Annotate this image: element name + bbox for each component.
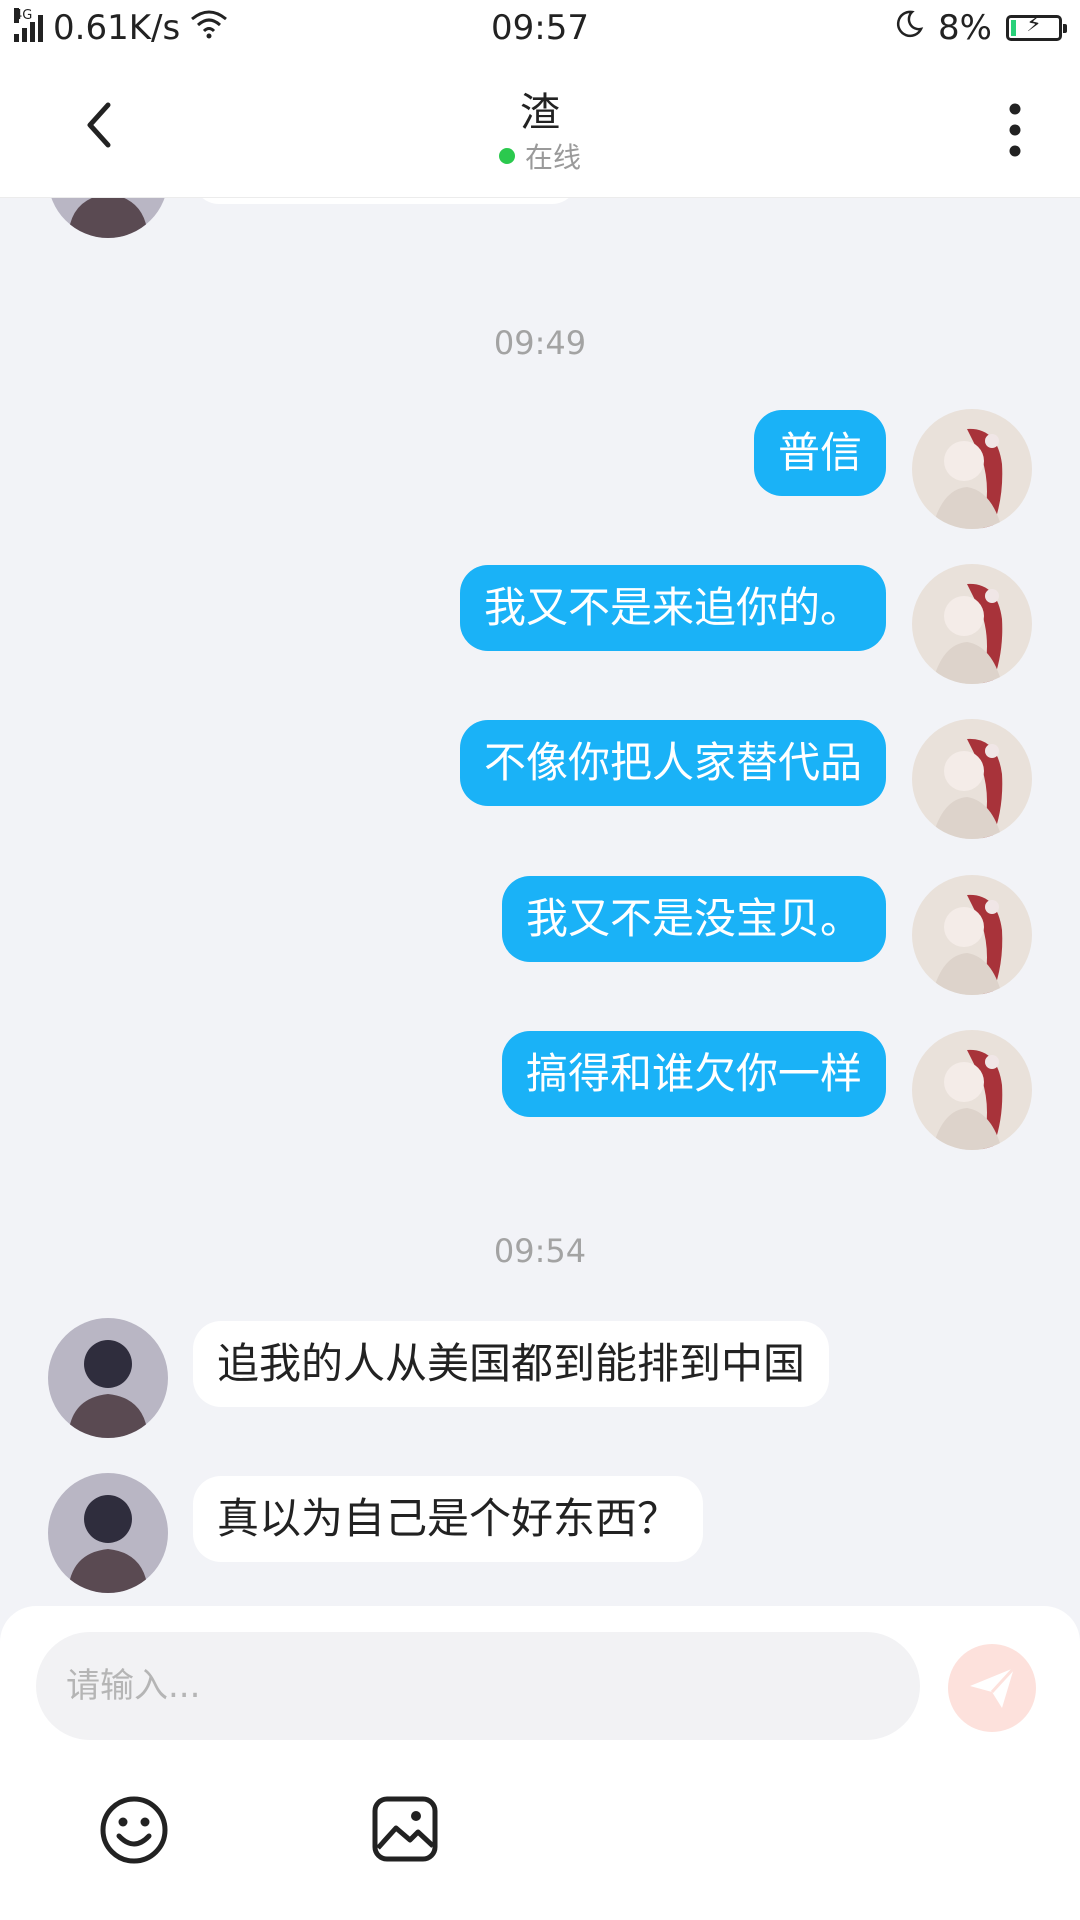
incoming-message[interactable]: 追我的人从美国都到能排到中国 (193, 1321, 830, 1407)
more-options-button[interactable] (990, 95, 1040, 165)
presence-label: 在线 (524, 141, 581, 174)
outgoing-message[interactable]: 不像你把人家替代品 (459, 720, 886, 806)
outgoing-message[interactable]: 我又不是没宝贝。 (501, 876, 886, 962)
charging-bolt-icon: ⚡ (1026, 12, 1042, 37)
my-avatar[interactable] (912, 875, 1032, 995)
previous-message-bubble (193, 198, 578, 204)
my-avatar[interactable] (912, 719, 1032, 839)
send-button[interactable] (948, 1644, 1036, 1732)
compose-bar (0, 1606, 1080, 1920)
contact-avatar[interactable] (48, 198, 168, 238)
online-dot (498, 148, 515, 164)
paper-plane-icon (970, 1666, 1016, 1708)
my-avatar[interactable] (912, 1030, 1032, 1150)
contact-avatar[interactable] (48, 1318, 168, 1438)
my-avatar[interactable] (912, 409, 1032, 529)
my-avatar[interactable] (912, 564, 1032, 684)
battery-percent: 8% (938, 8, 992, 48)
outgoing-message[interactable]: 搞得和谁欠你一样 (501, 1031, 886, 1117)
contact-avatar[interactable] (48, 1473, 168, 1593)
battery-icon: ⚡ (1006, 12, 1067, 41)
timestamp: 09:54 (493, 1232, 587, 1270)
image-icon (372, 1796, 438, 1862)
outgoing-message[interactable]: 普信 (753, 410, 886, 496)
incoming-message[interactable]: 真以为自己是个好东西？ (193, 1476, 704, 1562)
timestamp: 09:49 (493, 324, 587, 362)
message-input[interactable] (36, 1632, 920, 1740)
contact-name: 渣 (520, 90, 560, 136)
emoji-button[interactable] (98, 1794, 170, 1866)
outgoing-message[interactable]: 我又不是来追你的。 (459, 565, 886, 651)
status-right: 8% ⚡ (894, 8, 1067, 48)
presence-status: 在线 (0, 136, 1080, 176)
smiley-icon (100, 1796, 168, 1864)
message-list[interactable]: 09:49 普信 我又不是来追你的。 不像你把人家替代品 我又不是没宝贝。 搞得… (0, 198, 1080, 1600)
chat-header: 渣 在线 (0, 60, 1080, 198)
status-bar: 4G 0.61K/s 09:57 8% ⚡ (0, 0, 1080, 60)
image-button[interactable] (370, 1794, 440, 1864)
moon-icon (894, 8, 924, 48)
more-vertical-icon (1009, 103, 1021, 157)
